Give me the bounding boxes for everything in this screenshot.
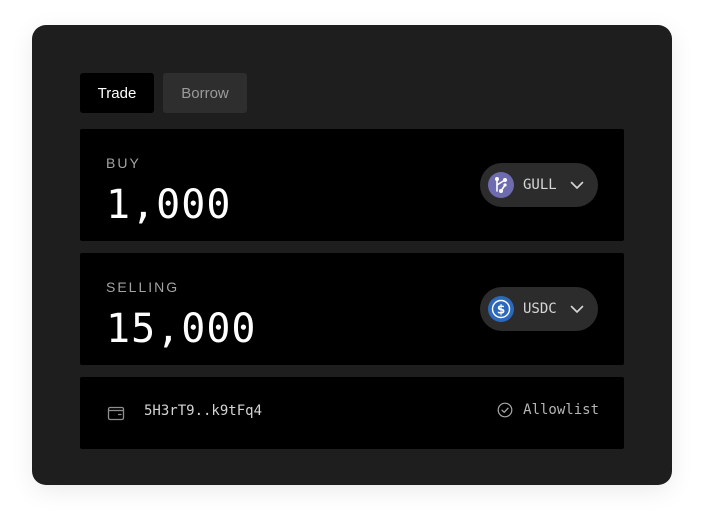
wallet-panel: 5H3rT9..k9tFq4 Allowlist bbox=[80, 377, 624, 449]
buy-token-symbol: GULL bbox=[523, 177, 557, 193]
allowlist-status: Allowlist bbox=[497, 402, 599, 418]
chevron-down-icon bbox=[569, 301, 585, 317]
buy-panel: BUY 1,000 GULL bbox=[80, 129, 624, 241]
usdc-token-icon: $ bbox=[488, 296, 514, 322]
sell-token-selector[interactable]: $ USDC bbox=[480, 287, 598, 331]
allowlist-label: Allowlist bbox=[523, 402, 599, 418]
gull-token-icon bbox=[488, 172, 514, 198]
sell-token-symbol: USDC bbox=[523, 301, 557, 317]
tab-borrow[interactable]: Borrow bbox=[163, 73, 247, 113]
chevron-down-icon bbox=[569, 177, 585, 193]
mode-tabs: Trade Borrow bbox=[80, 73, 247, 113]
buy-amount-input[interactable]: 1,000 bbox=[106, 181, 231, 229]
svg-text:$: $ bbox=[497, 303, 505, 317]
check-circle-icon bbox=[497, 402, 513, 418]
tab-trade[interactable]: Trade bbox=[80, 73, 154, 113]
wallet-address[interactable]: 5H3rT9..k9tFq4 bbox=[144, 403, 262, 419]
swap-card: Trade Borrow BUY 1,000 GULL SELLING 15,0… bbox=[32, 25, 672, 485]
buy-token-selector[interactable]: GULL bbox=[480, 163, 598, 207]
wallet-icon bbox=[107, 404, 125, 422]
sell-panel: SELLING 15,000 $ USDC bbox=[80, 253, 624, 365]
sell-label: SELLING bbox=[106, 279, 180, 295]
sell-amount-input[interactable]: 15,000 bbox=[106, 305, 257, 353]
buy-label: BUY bbox=[106, 155, 141, 171]
